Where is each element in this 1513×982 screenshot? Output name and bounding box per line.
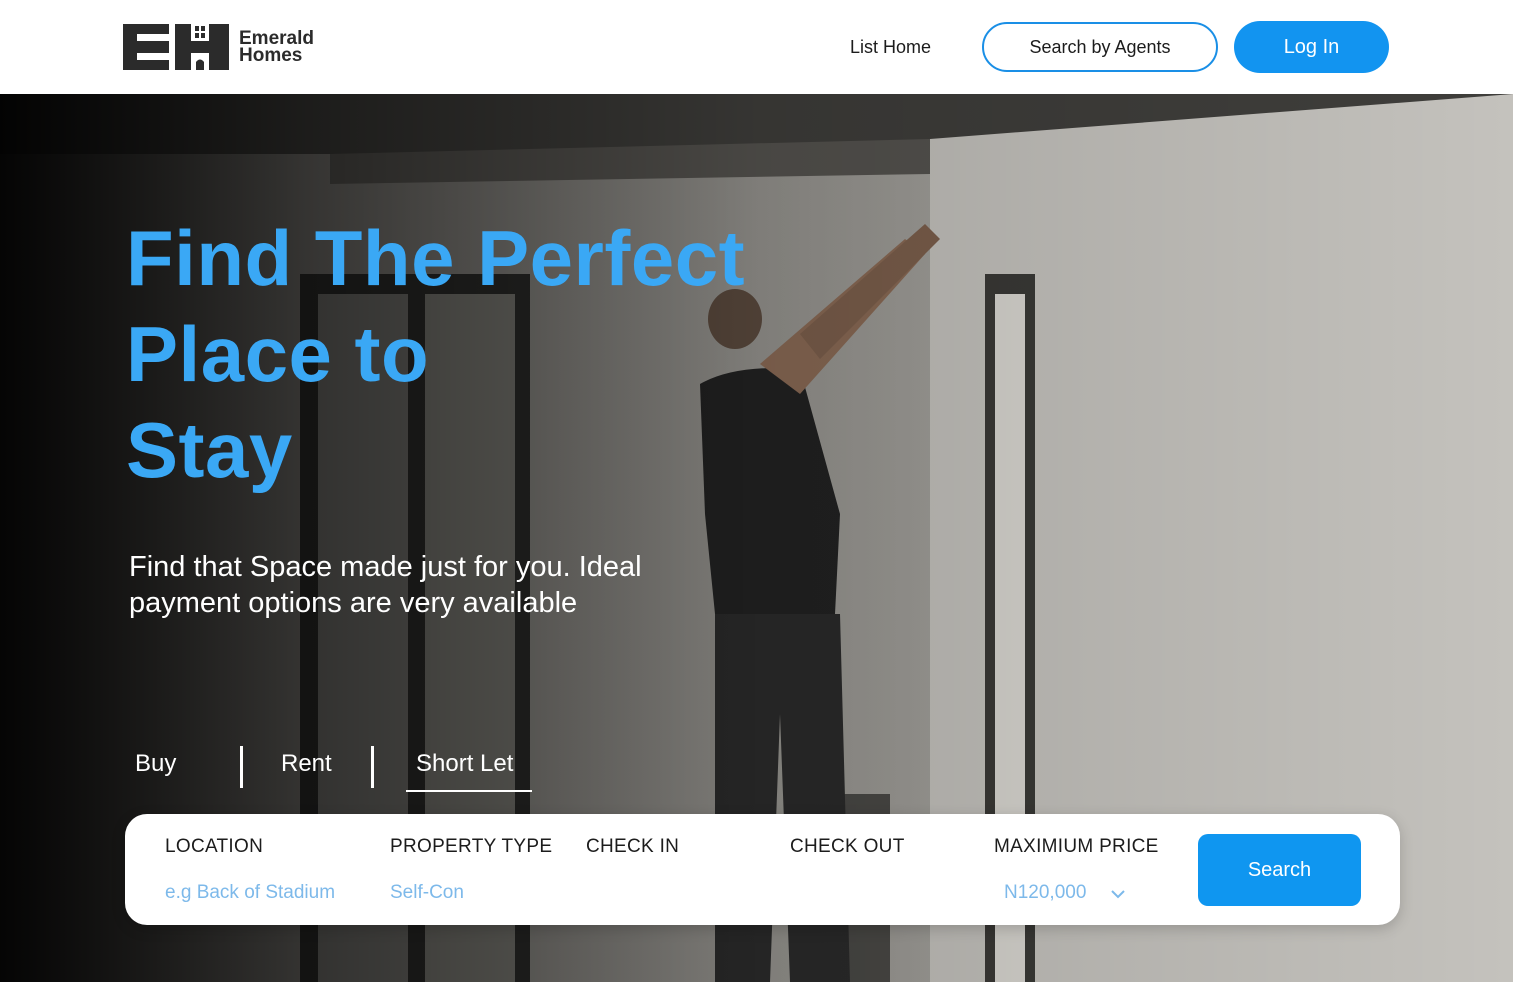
tab-rent[interactable]: Rent [281,750,332,778]
check-out-field[interactable]: CHECK OUT [790,836,905,858]
tab-buy[interactable]: Buy [135,750,176,778]
brand-name-line2: Homes [239,45,303,66]
search-by-agents-button[interactable]: Search by Agents [982,22,1218,72]
property-search-bar: LOCATION e.g Back of Stadium PROPERTY TY… [125,814,1400,925]
search-button[interactable]: Search [1198,834,1361,906]
listing-type-tabs: Buy Rent Short Let [135,744,555,792]
brand-name: Emerald Homes [239,29,314,66]
location-input[interactable]: e.g Back of Stadium [165,882,335,904]
login-button[interactable]: Log In [1234,21,1389,73]
chevron-down-icon[interactable] [1110,886,1126,902]
site-header: Emerald Homes List Home Search by Agents… [0,0,1513,94]
tab-divider [240,746,243,788]
max-price-select[interactable]: N120,000 [1004,882,1086,904]
hero-title-line1: Find The Perfect [126,214,746,302]
tab-divider [371,746,374,788]
property-type-label: PROPERTY TYPE [390,836,553,857]
property-type-select[interactable]: Self-Con [390,882,464,904]
hero-title: Find The Perfect Place to Stay [126,210,846,498]
max-price-label: MAXIMIUM PRICE [994,836,1159,857]
hero-title-line2: Place to [126,310,430,398]
hero-subtitle: Find that Space made just for you. Ideal… [129,551,642,619]
list-home-link[interactable]: List Home [850,37,931,58]
check-in-field[interactable]: CHECK IN [586,836,679,858]
location-label: LOCATION [165,836,264,857]
brand-logo[interactable]: Emerald Homes [123,23,333,71]
hero-title-line3: Stay [126,406,293,494]
hero-section: Find The Perfect Place to Stay Find that… [0,94,1513,982]
logo-mark-icon [123,24,229,70]
tab-short-let[interactable]: Short Let [416,750,513,778]
active-tab-indicator [406,790,532,792]
